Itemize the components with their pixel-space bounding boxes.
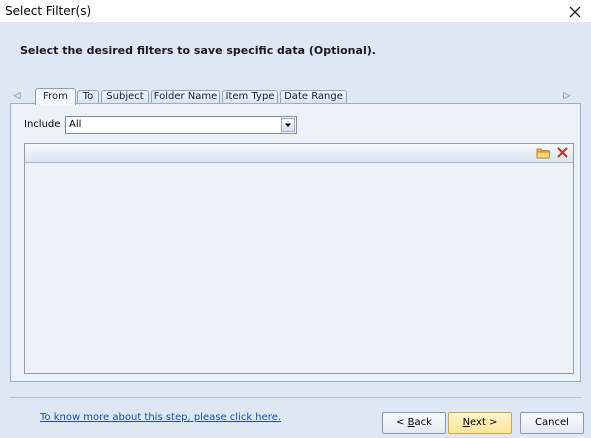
delete-icon[interactable]	[554, 145, 571, 161]
panel-toolbar	[25, 144, 573, 163]
open-folder-icon[interactable]	[535, 145, 552, 161]
window-title: Select Filter(s)	[5, 4, 92, 18]
cancel-button[interactable]: Cancel	[520, 412, 584, 434]
tab-scroll-right-icon[interactable]: ▷	[561, 89, 573, 102]
filter-list-panel	[24, 143, 574, 374]
tab-scroll-left-icon[interactable]: ◁	[11, 89, 23, 102]
footer-divider	[10, 397, 581, 398]
tab-from[interactable]: From	[35, 88, 76, 105]
tab-date-range[interactable]: Date Range	[280, 90, 347, 104]
filter-tabs: ◁ From To Subject Folder Name Item Type …	[10, 88, 581, 105]
chevron-down-icon[interactable]	[281, 118, 295, 132]
back-button[interactable]: < Back	[382, 412, 446, 434]
include-dropdown-value: All	[69, 119, 82, 130]
next-button-mnemonic: N	[462, 417, 471, 428]
include-label: Include :	[24, 119, 67, 130]
tab-item-type[interactable]: Item Type	[222, 90, 278, 104]
filter-list[interactable]	[26, 164, 572, 373]
close-icon[interactable]	[566, 3, 584, 21]
back-button-mnemonic: B	[407, 417, 415, 428]
title-bar: Select Filter(s)	[0, 0, 591, 23]
tab-content: Include : All	[10, 103, 581, 382]
help-link[interactable]: To know more about this step, please cli…	[40, 412, 281, 423]
next-button[interactable]: Next >	[448, 412, 512, 434]
tab-subject[interactable]: Subject	[101, 90, 149, 104]
next-button-label: ext >	[470, 417, 498, 428]
instruction-text: Select the desired filters to save speci…	[20, 44, 376, 57]
tab-to[interactable]: To	[77, 90, 99, 104]
back-button-prefix: <	[396, 417, 408, 428]
back-button-label: ack	[414, 417, 432, 428]
include-dropdown[interactable]: All	[65, 116, 297, 134]
tab-folder-name[interactable]: Folder Name	[151, 90, 220, 104]
